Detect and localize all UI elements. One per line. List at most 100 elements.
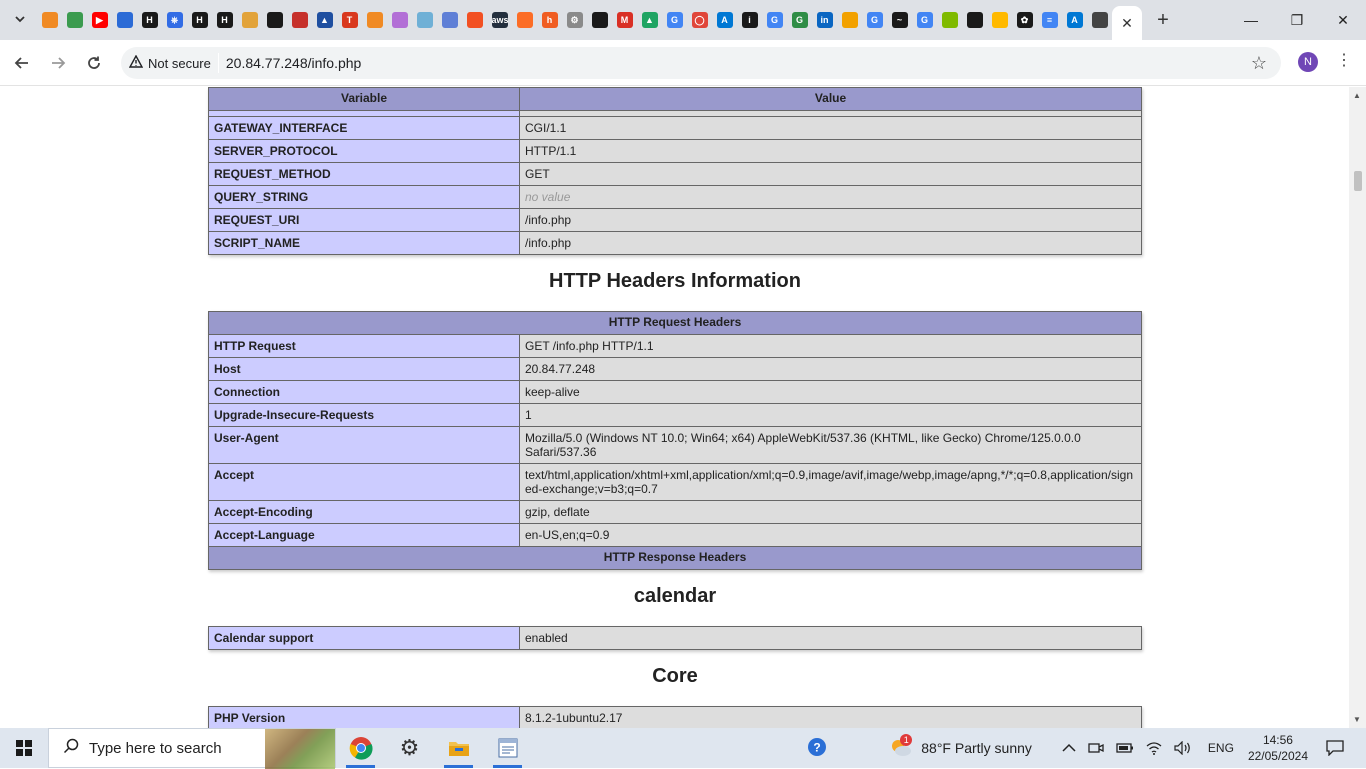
pinned-tab[interactable]: ~ bbox=[887, 0, 912, 40]
close-window-button[interactable]: ✕ bbox=[1320, 0, 1366, 40]
new-tab-button[interactable]: + bbox=[1148, 5, 1178, 35]
table-row: SCRIPT_NAME/info.php bbox=[208, 231, 1142, 255]
pinned-tab[interactable]: ▶ bbox=[87, 0, 112, 40]
pinned-tab[interactable]: ≡ bbox=[1037, 0, 1062, 40]
minimize-button[interactable]: — bbox=[1228, 0, 1274, 40]
pinned-tab[interactable] bbox=[987, 0, 1012, 40]
microsoft-icon-2 bbox=[941, 12, 958, 28]
taskbar-search-box[interactable]: Type here to search bbox=[48, 728, 336, 769]
pinned-tab[interactable]: G bbox=[787, 0, 812, 40]
taskbar-file-explorer[interactable] bbox=[434, 728, 483, 768]
folder-icon bbox=[448, 742, 469, 756]
box-icon bbox=[41, 12, 58, 28]
table-row: User-Agent Mozilla/5.0 (Windows NT 10.0; … bbox=[208, 426, 1142, 464]
cloud-icon bbox=[841, 12, 858, 28]
pinned-tab[interactable] bbox=[412, 0, 437, 40]
pinned-tab[interactable]: ✿ bbox=[1012, 0, 1037, 40]
pinned-tab[interactable]: A bbox=[712, 0, 737, 40]
pinned-tab[interactable] bbox=[237, 0, 262, 40]
pinned-tab[interactable] bbox=[387, 0, 412, 40]
page-viewport: Variable Value GATEWAY_INTERFACE CGI/1.1 … bbox=[0, 87, 1349, 728]
address-bar[interactable]: Not secure 20.84.77.248/info.php ☆ bbox=[121, 47, 1281, 79]
more-menu-icon[interactable]: ⋮ bbox=[1336, 50, 1352, 70]
profile-avatar[interactable]: N bbox=[1298, 52, 1318, 72]
pinned-tab[interactable] bbox=[962, 0, 987, 40]
pinned-tab[interactable] bbox=[937, 0, 962, 40]
pinned-tab[interactable] bbox=[262, 0, 287, 40]
pinned-tab[interactable] bbox=[1087, 0, 1112, 40]
reload-button[interactable] bbox=[76, 45, 112, 81]
pinned-tab[interactable]: h bbox=[537, 0, 562, 40]
back-button[interactable] bbox=[4, 45, 40, 81]
pinned-tab[interactable]: H bbox=[187, 0, 212, 40]
scrollbar-thumb[interactable] bbox=[1354, 171, 1362, 191]
pinned-tab[interactable]: G bbox=[762, 0, 787, 40]
openai-icon: ✿ bbox=[1016, 12, 1033, 28]
pinned-tab[interactable]: ▲ bbox=[637, 0, 662, 40]
start-button[interactable] bbox=[0, 728, 48, 768]
pinned-tab[interactable]: T bbox=[337, 0, 362, 40]
notifications-icon[interactable] bbox=[1326, 740, 1344, 756]
page-scrollbar[interactable]: ▲ ▼ bbox=[1349, 87, 1366, 728]
pinned-tab[interactable]: ◯ bbox=[687, 0, 712, 40]
bookmark-star-icon[interactable]: ☆ bbox=[1251, 53, 1267, 74]
table-row: PHP Version 8.1.2-1ubuntu2.17 bbox=[208, 706, 1142, 728]
pinned-tab[interactable]: G bbox=[912, 0, 937, 40]
weather-widget[interactable]: 1 88°F Partly sunny bbox=[889, 734, 1032, 758]
row-value: gzip, deflate bbox=[519, 500, 1142, 524]
google-icon-3: G bbox=[866, 12, 883, 28]
close-tab-icon[interactable]: ✕ bbox=[1121, 15, 1133, 32]
taskbar-settings[interactable]: ⚙ bbox=[385, 728, 434, 768]
hacker-icon: H bbox=[141, 12, 158, 28]
pinned-tab[interactable] bbox=[112, 0, 137, 40]
environment-table: Variable Value GATEWAY_INTERFACE CGI/1.1 … bbox=[208, 87, 1142, 255]
row-value: 1 bbox=[519, 403, 1142, 427]
cloud-shell-icon bbox=[66, 12, 83, 28]
wifi-icon[interactable] bbox=[1146, 741, 1162, 755]
taskbar-clock[interactable]: 14:56 22/05/2024 bbox=[1248, 732, 1308, 764]
pinned-tab[interactable] bbox=[512, 0, 537, 40]
volume-icon[interactable] bbox=[1174, 741, 1192, 755]
pinned-tab[interactable] bbox=[62, 0, 87, 40]
taskbar-app-window[interactable] bbox=[483, 728, 532, 768]
pinned-tab[interactable] bbox=[437, 0, 462, 40]
meet-now-icon[interactable] bbox=[1088, 741, 1104, 755]
pinned-tab[interactable] bbox=[837, 0, 862, 40]
pinned-tab[interactable]: A bbox=[1062, 0, 1087, 40]
url-text[interactable]: 20.84.77.248/info.php bbox=[226, 55, 361, 71]
pinned-tab[interactable]: ⚙ bbox=[562, 0, 587, 40]
pinned-tab[interactable] bbox=[37, 0, 62, 40]
pinned-tab[interactable] bbox=[462, 0, 487, 40]
http-headers-heading: HTTP Headers Information bbox=[549, 270, 801, 292]
language-indicator[interactable]: ENG bbox=[1208, 741, 1234, 755]
show-hidden-icons-chevron-icon[interactable] bbox=[1062, 743, 1076, 753]
pinned-tabs: ▶ H ⎈ H H ▲ Taws h ⚙ M ▲ G ◯ Ai G Gin G ~ G ✿ ≡ A bbox=[37, 0, 1112, 40]
security-chip[interactable]: Not secure bbox=[128, 54, 211, 71]
pinned-tab[interactable]: G bbox=[662, 0, 687, 40]
scroll-up-arrow-icon[interactable]: ▲ bbox=[1353, 91, 1361, 100]
help-icon[interactable]: ? bbox=[807, 737, 829, 759]
pinned-tab[interactable]: aws bbox=[487, 0, 512, 40]
pinned-tab[interactable]: H bbox=[212, 0, 237, 40]
table-row: Host 20.84.77.248 bbox=[208, 357, 1142, 381]
pinned-tab[interactable]: i bbox=[737, 0, 762, 40]
battery-icon[interactable] bbox=[1116, 742, 1134, 754]
pinned-tab[interactable]: M bbox=[612, 0, 637, 40]
window-controls: — ❐ ✕ bbox=[1228, 0, 1366, 40]
table-row: REQUEST_URI/info.php bbox=[208, 208, 1142, 232]
tab-search-button[interactable] bbox=[7, 7, 33, 33]
restore-button[interactable]: ❐ bbox=[1274, 0, 1320, 40]
pinned-tab[interactable]: in bbox=[812, 0, 837, 40]
pinned-tab[interactable]: ⎈ bbox=[162, 0, 187, 40]
chevron-down-icon bbox=[14, 13, 26, 28]
pinned-tab[interactable] bbox=[587, 0, 612, 40]
pinned-tab[interactable] bbox=[287, 0, 312, 40]
forward-button[interactable] bbox=[40, 45, 76, 81]
pinned-tab[interactable]: H bbox=[137, 0, 162, 40]
pinned-tab[interactable]: ▲ bbox=[312, 0, 337, 40]
scroll-down-arrow-icon[interactable]: ▼ bbox=[1353, 715, 1361, 724]
taskbar-chrome[interactable] bbox=[336, 728, 385, 768]
active-tab[interactable]: ✕ bbox=[1112, 6, 1142, 40]
pinned-tab[interactable] bbox=[362, 0, 387, 40]
pinned-tab[interactable]: G bbox=[862, 0, 887, 40]
